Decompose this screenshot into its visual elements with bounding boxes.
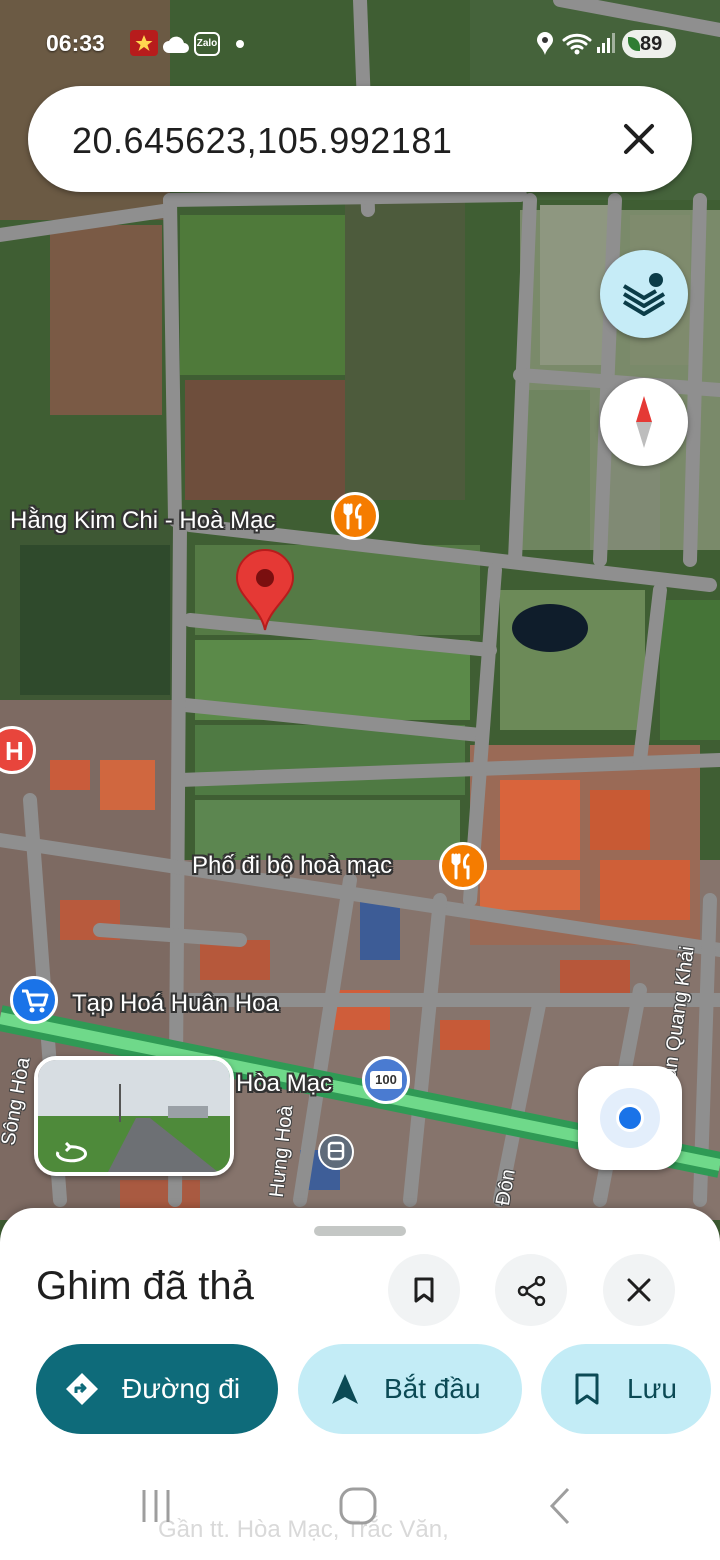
location-icon — [537, 32, 553, 55]
close-sheet-button[interactable] — [603, 1254, 675, 1326]
shopping-cart-icon — [22, 989, 49, 1013]
battery-level: 89 — [640, 33, 663, 55]
cloud-icon — [163, 36, 189, 53]
shop-marker-tap-hoa[interactable] — [10, 976, 58, 1024]
status-bar: 06:33 Zalo 89 — [0, 22, 720, 66]
wifi-icon — [562, 33, 592, 55]
restaurant-icon — [451, 853, 470, 880]
system-navigation-bar — [0, 1470, 720, 1560]
start-navigation-button[interactable]: Bắt đầu — [298, 1344, 522, 1434]
home-icon[interactable] — [338, 1486, 378, 1526]
zalo-icon: Zalo — [194, 32, 220, 56]
my-location-icon — [616, 1104, 644, 1132]
start-label: Bắt đầu — [384, 1373, 481, 1404]
directions-icon — [66, 1373, 98, 1405]
bookmark-button[interactable] — [388, 1254, 460, 1326]
directions-label: Đường đi — [122, 1373, 241, 1404]
dropped-pin-marker[interactable] — [233, 548, 297, 632]
restaurant-marker-pho-di-bo[interactable] — [439, 842, 487, 890]
label-hang-kim-chi[interactable]: Hằng Kim Chi - Hoà Mạc — [10, 507, 275, 535]
battery-indicator: 89 — [622, 30, 676, 58]
search-bar[interactable]: 20.645623,105.992181 — [28, 86, 692, 192]
restaurant-marker-hang-kim-chi[interactable] — [331, 492, 379, 540]
compass-icon — [636, 396, 652, 448]
layers-button[interactable] — [600, 250, 688, 338]
close-icon — [627, 1278, 651, 1302]
directions-button[interactable]: Đường đi — [36, 1344, 278, 1434]
navigation-arrow-icon — [332, 1374, 358, 1404]
bus-icon — [327, 1141, 345, 1161]
street-view-thumbnail[interactable] — [34, 1056, 234, 1176]
label-hoa-mac[interactable]: Hòa Mạc — [236, 1070, 332, 1098]
compass-button[interactable] — [600, 378, 688, 466]
sheet-title: Ghim đã thả — [36, 1264, 254, 1308]
rotate-360-icon — [56, 1142, 87, 1163]
bus-stop-marker[interactable] — [318, 1134, 354, 1170]
layers-icon — [622, 273, 666, 316]
share-button[interactable] — [495, 1254, 567, 1326]
sheet-drag-handle[interactable] — [314, 1226, 406, 1236]
hospital-letter: H — [5, 736, 24, 766]
bookmark-icon — [575, 1373, 599, 1405]
restaurant-icon — [343, 503, 362, 530]
my-location-button[interactable] — [578, 1066, 682, 1170]
label-pho-di-bo[interactable]: Phố đi bộ hoà mạc — [192, 852, 392, 880]
save-button[interactable]: Lưu — [541, 1344, 711, 1434]
signal-icon — [597, 33, 615, 53]
close-icon[interactable] — [616, 116, 662, 162]
zalo-label: Zalo — [196, 38, 218, 49]
back-icon[interactable] — [540, 1486, 580, 1526]
route-marker-100[interactable]: 100 — [362, 1056, 410, 1104]
label-tap-hoa[interactable]: Tạp Hoá Huân Hoa — [72, 990, 279, 1018]
app-notification-icon — [130, 30, 158, 56]
dot-icon — [236, 40, 244, 48]
battery-icon — [628, 37, 640, 51]
route-shield: 100 — [370, 1071, 402, 1089]
search-query-text[interactable]: 20.645623,105.992181 — [72, 120, 452, 162]
recent-apps-icon[interactable] — [136, 1486, 176, 1526]
status-time: 06:33 — [46, 30, 105, 56]
share-icon — [517, 1276, 546, 1306]
bookmark-icon — [414, 1277, 434, 1303]
save-label: Lưu — [627, 1373, 677, 1404]
